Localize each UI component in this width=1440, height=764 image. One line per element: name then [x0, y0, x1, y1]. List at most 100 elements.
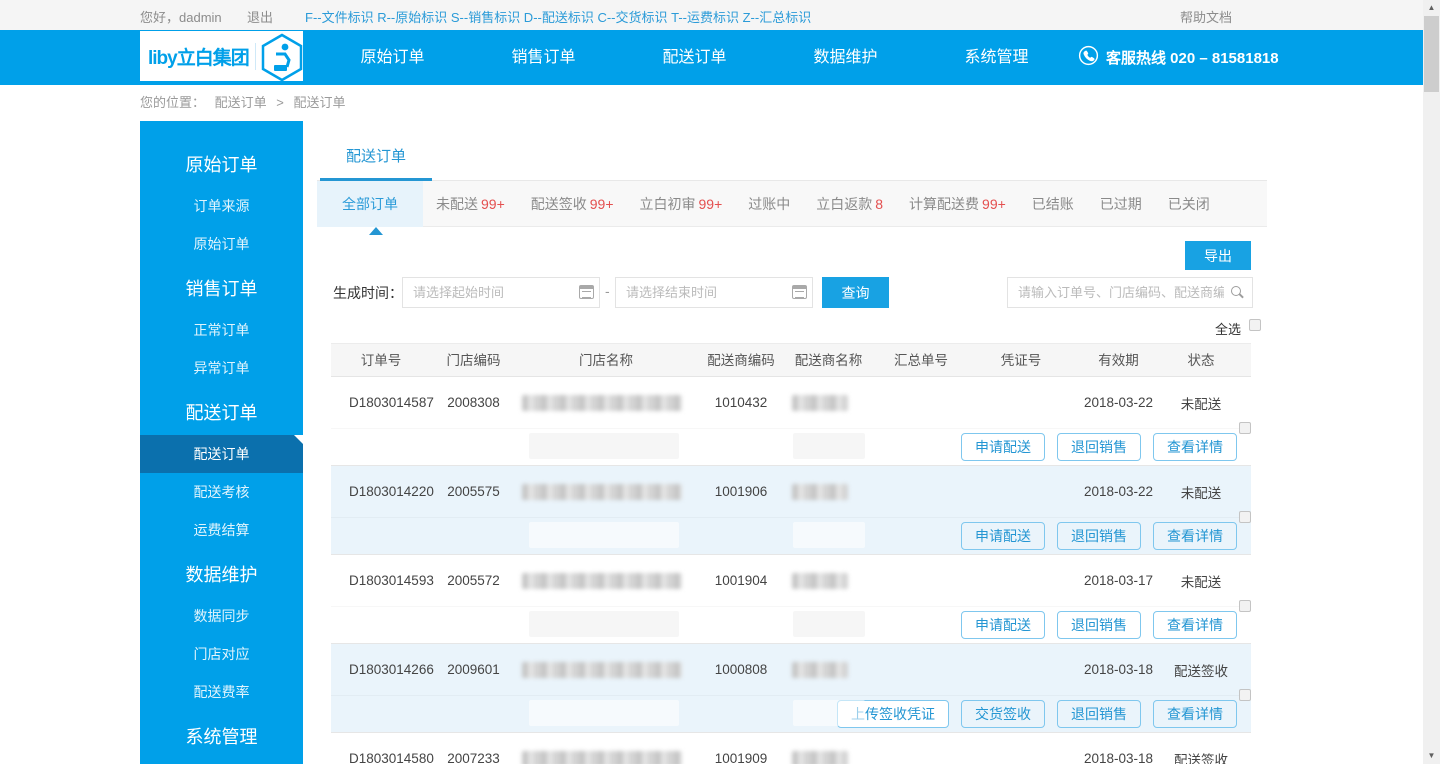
nav-delivery-orders[interactable]: 配送订单 — [619, 30, 770, 85]
subtab-liby-first-review[interactable]: 立白初审 99+ — [627, 181, 736, 227]
cell-order-no: D1803014593 — [349, 573, 434, 588]
sidebar-item-original-orders[interactable]: 原始订单 — [140, 225, 303, 263]
status-badge: 配送签收 — [1174, 752, 1228, 764]
hotline-text: 客服热线 020 – 81581818 — [1106, 50, 1279, 67]
subtab-calc-delivery-fee[interactable]: 计算配送费 99+ — [896, 181, 1019, 227]
sidebar-item-delivery-assessment[interactable]: 配送考核 — [140, 473, 303, 511]
breadcrumb-section[interactable]: 配送订单 — [215, 95, 267, 110]
select-all-checkbox[interactable] — [1249, 319, 1261, 331]
subtab-undelivered[interactable]: 未配送 99+ — [423, 181, 518, 227]
search-icon[interactable] — [1231, 286, 1244, 299]
distributor-name-redacted — [792, 572, 848, 589]
table-row: D1803014266 2009601 1000808 2018-03-18 配… — [331, 644, 1251, 733]
subtab-delivery-signed[interactable]: 配送签收 99+ — [518, 181, 627, 227]
breadcrumb-label: 您的位置： — [140, 95, 206, 110]
distributor-name-redacted — [792, 661, 848, 678]
distributor-name-redacted — [792, 483, 848, 500]
sidebar-group-sales-orders[interactable]: 销售订单 — [140, 267, 303, 311]
subtab-closed[interactable]: 已关闭 — [1155, 181, 1223, 227]
sidebar-item-delivery-rate[interactable]: 配送费率 — [140, 673, 303, 711]
scroll-down-arrow[interactable]: ▼ — [1423, 749, 1440, 763]
store-name-redacted — [522, 661, 682, 678]
sidebar-group-delivery-orders[interactable]: 配送订单 — [140, 391, 303, 435]
return-to-sales-button[interactable]: 退回销售 — [1057, 611, 1141, 639]
panel-tab-row: 配送订单 — [317, 135, 1267, 181]
return-to-sales-button[interactable]: 退回销售 — [1057, 522, 1141, 550]
cell-order-no: D1803014266 — [349, 662, 434, 677]
count-badge: 99+ — [982, 195, 1006, 212]
calendar-icon[interactable] — [579, 285, 594, 299]
flag-legend: F--文件标识 R--原始标识 S--销售标识 D--配送标识 C--交货标识 … — [305, 10, 812, 25]
keyword-search-input[interactable] — [1007, 277, 1253, 308]
sidebar-item-delivery-orders[interactable]: 配送订单 — [140, 435, 303, 473]
sidebar-group-data-maintenance[interactable]: 数据维护 — [140, 553, 303, 597]
cell-store-code: 2009601 — [447, 662, 500, 677]
sidebar-item-normal-orders[interactable]: 正常订单 — [140, 311, 303, 349]
redacted-ghost — [529, 611, 679, 637]
redacted-ghost — [793, 433, 865, 459]
calendar-icon[interactable] — [792, 285, 807, 299]
scroll-up-arrow[interactable]: ▲ — [1423, 1, 1440, 15]
main-content: 配送订单 全部订单 未配送 99+ 配送签收 99+ 立白初审 99+ 过账中 立白返… — [303, 121, 1423, 764]
view-details-button[interactable]: 查看详情 — [1153, 433, 1237, 461]
nav-system-management[interactable]: 系统管理 — [921, 30, 1072, 85]
store-name-redacted — [522, 483, 682, 500]
table-row: D1803014587 2008308 1010432 2018-03-22 未… — [331, 377, 1251, 466]
view-details-button[interactable]: 查看详情 — [1153, 700, 1237, 728]
view-details-button[interactable]: 查看详情 — [1153, 611, 1237, 639]
cell-distributor-code: 1001909 — [714, 751, 768, 764]
logout-link[interactable]: 退出 — [247, 7, 273, 26]
col-store-name: 门店名称 — [579, 353, 633, 368]
subtab-posting[interactable]: 过账中 — [735, 181, 803, 227]
apply-delivery-button[interactable]: 申请配送 — [961, 611, 1045, 639]
sidebar-item-freight-settlement[interactable]: 运费结算 — [140, 511, 303, 549]
status-filter-tabs: 全部订单 未配送 99+ 配送签收 99+ 立白初审 99+ 过账中 立白返款 8 计算… — [317, 180, 1267, 235]
subtab-liby-refund[interactable]: 立白返款 8 — [803, 181, 896, 227]
select-all-label: 全选 — [1214, 322, 1241, 337]
start-time-input[interactable] — [402, 277, 600, 308]
return-to-sales-button[interactable]: 退回销售 — [1057, 433, 1141, 461]
subtab-all-orders[interactable]: 全部订单 — [317, 180, 423, 227]
generate-time-label: 生成时间： — [333, 285, 403, 301]
delivery-sign-button[interactable]: 交货签收 — [961, 700, 1045, 728]
phone-icon — [1078, 45, 1099, 70]
status-badge: 配送签收 — [1174, 663, 1228, 679]
status-badge: 未配送 — [1180, 396, 1222, 412]
breadcrumb-separator: > — [276, 95, 284, 110]
nav-original-orders[interactable]: 原始订单 — [317, 30, 468, 85]
query-button[interactable]: 查询 — [822, 277, 889, 308]
view-details-button[interactable]: 查看详情 — [1153, 522, 1237, 550]
scrollbar-thumb[interactable] — [1424, 16, 1439, 92]
nav-data-maintenance[interactable]: 数据维护 — [770, 30, 921, 85]
cell-order-no: D1803014587 — [349, 395, 434, 410]
sidebar-item-abnormal-orders[interactable]: 异常订单 — [140, 349, 303, 387]
col-status: 状态 — [1187, 353, 1215, 368]
return-to-sales-button[interactable]: 退回销售 — [1057, 700, 1141, 728]
logo-hexagon-icon — [260, 33, 304, 90]
sidebar-item-store-mapping[interactable]: 门店对应 — [140, 635, 303, 673]
sidebar-group-original-orders[interactable]: 原始订单 — [140, 143, 303, 187]
sidebar-group-system-management[interactable]: 系统管理 — [140, 715, 303, 759]
col-distributor-name: 配送商名称 — [794, 353, 863, 368]
breadcrumb-page[interactable]: 配送订单 — [294, 95, 346, 110]
subtab-settled[interactable]: 已结账 — [1019, 181, 1087, 227]
apply-delivery-button[interactable]: 申请配送 — [961, 433, 1045, 461]
end-time-input[interactable] — [615, 277, 813, 308]
apply-delivery-button[interactable]: 申请配送 — [961, 522, 1045, 550]
cell-order-no: D1803014580 — [349, 751, 434, 764]
subtab-expired[interactable]: 已过期 — [1087, 181, 1155, 227]
tab-delivery-orders[interactable]: 配送订单 — [320, 135, 433, 181]
export-button[interactable]: 导出 — [1185, 241, 1251, 270]
redacted-ghost — [793, 700, 865, 726]
logo[interactable]: liby立白集团 — [140, 31, 303, 82]
cell-valid-until: 2018-03-22 — [1083, 395, 1154, 410]
redacted-ghost — [529, 433, 679, 459]
sidebar-item-data-sync[interactable]: 数据同步 — [140, 597, 303, 635]
help-doc-link[interactable]: 帮助文档 — [1180, 7, 1232, 26]
keyword-search — [1007, 277, 1253, 308]
cell-valid-until: 2018-03-18 — [1083, 662, 1154, 677]
sidebar-item-order-source[interactable]: 订单来源 — [140, 187, 303, 225]
nav-sales-orders[interactable]: 销售订单 — [468, 30, 619, 85]
col-valid-until: 有效期 — [1098, 353, 1139, 368]
orders-table: 订单号 门店编码 门店名称 配送商编码 配送商名称 汇总单号 凭证号 有效期 状… — [331, 343, 1251, 764]
